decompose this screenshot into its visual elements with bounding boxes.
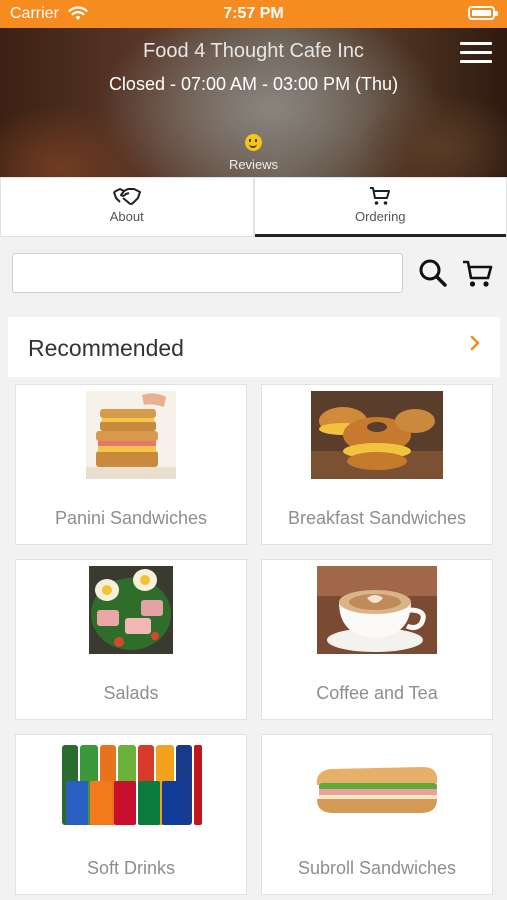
reviews-label: Reviews bbox=[228, 157, 279, 172]
recommended-section-header[interactable]: Recommended bbox=[8, 317, 500, 377]
handshake-icon bbox=[112, 188, 141, 205]
breakfast-sandwich-image bbox=[311, 391, 443, 479]
section-title: Recommended bbox=[28, 335, 184, 361]
category-card-breakfast-sandwiches[interactable]: Breakfast Sandwiches bbox=[261, 384, 493, 545]
category-card-subroll-sandwiches[interactable]: Subroll Sandwiches bbox=[261, 734, 493, 895]
tab-about[interactable]: About bbox=[0, 177, 254, 237]
hamburger-menu-button[interactable] bbox=[460, 42, 492, 64]
category-card-panini-sandwiches[interactable]: Panini Sandwiches bbox=[15, 384, 247, 545]
soft-drinks-image bbox=[60, 741, 202, 829]
category-card-soft-drinks[interactable]: Soft Drinks bbox=[15, 734, 247, 895]
battery-icon bbox=[468, 6, 498, 20]
tab-bar: About Ordering bbox=[0, 177, 507, 237]
restaurant-header: Food 4 Thought Cafe Inc Closed - 07:00 A… bbox=[0, 28, 507, 177]
clock: 7:57 PM bbox=[223, 5, 284, 22]
tab-ordering-label: Ordering bbox=[354, 209, 406, 224]
category-card-coffee-and-tea[interactable]: Coffee and Tea bbox=[261, 559, 493, 720]
category-label: Panini Sandwiches bbox=[54, 508, 208, 528]
cart-icon bbox=[463, 260, 493, 287]
coffee-cup-image bbox=[317, 566, 437, 654]
menu-icon-bar bbox=[460, 60, 492, 63]
menu-icon-bar bbox=[460, 51, 492, 54]
cart-button[interactable] bbox=[461, 257, 493, 289]
category-label: Subroll Sandwiches bbox=[297, 858, 457, 878]
search-input[interactable] bbox=[12, 253, 403, 293]
category-card-salads[interactable]: Salads bbox=[15, 559, 247, 720]
subroll-sandwich-image bbox=[311, 741, 443, 829]
panini-sandwich-image bbox=[86, 391, 176, 479]
chevron-right-icon bbox=[470, 335, 480, 351]
category-label: Coffee and Tea bbox=[316, 683, 438, 703]
tab-about-label: About bbox=[109, 209, 144, 224]
restaurant-name: Food 4 Thought Cafe Inc bbox=[143, 40, 364, 62]
search-button[interactable] bbox=[418, 257, 448, 289]
menu-icon-bar bbox=[460, 42, 492, 45]
reviews-link[interactable]: Reviews bbox=[0, 134, 507, 172]
search-icon bbox=[419, 259, 447, 287]
cart-icon bbox=[370, 187, 391, 205]
status-bar: Carrier 7:57 PM bbox=[0, 0, 507, 28]
category-label: Breakfast Sandwiches bbox=[287, 508, 467, 528]
salad-image bbox=[89, 566, 173, 654]
smiley-icon bbox=[245, 134, 262, 151]
category-label: Soft Drinks bbox=[86, 858, 176, 878]
opening-hours: Closed - 07:00 AM - 03:00 PM (Thu) bbox=[108, 74, 399, 94]
tab-ordering[interactable]: Ordering bbox=[253, 177, 507, 237]
category-label: Salads bbox=[103, 683, 159, 703]
